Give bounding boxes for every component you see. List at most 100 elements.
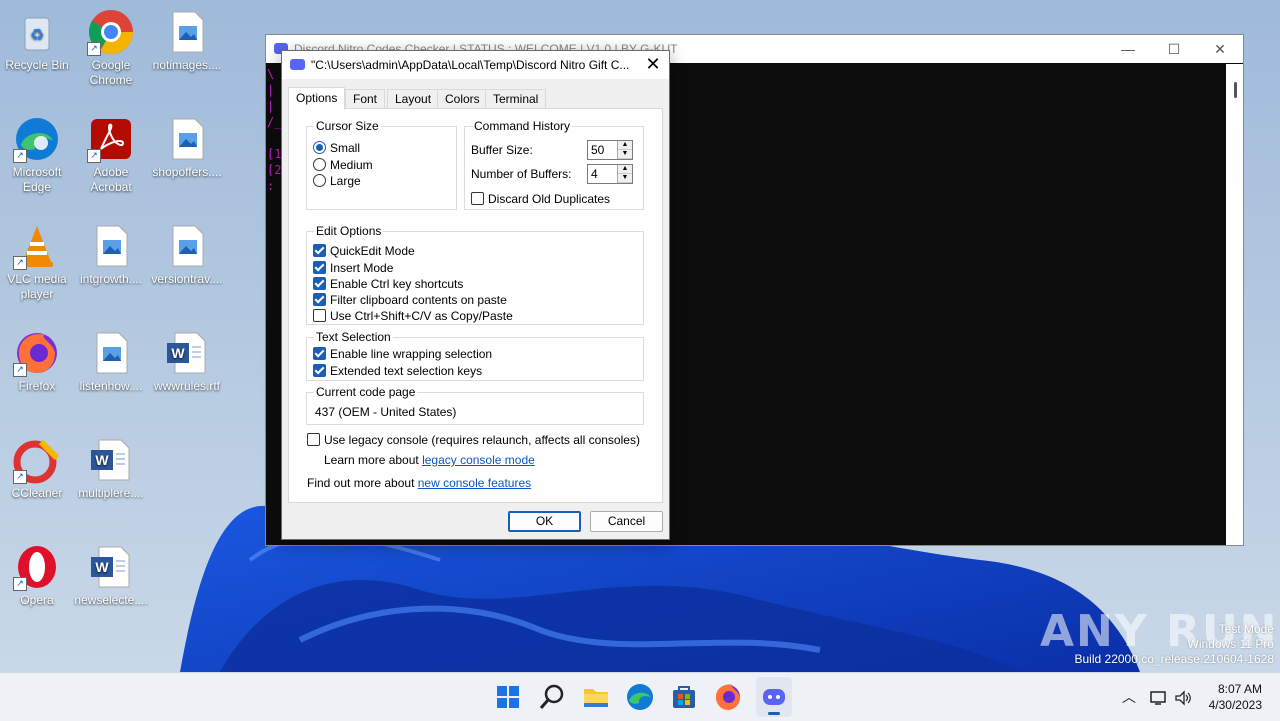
discord-icon <box>290 59 305 70</box>
radio-medium[interactable]: Medium <box>313 157 373 173</box>
desktop-icon-opera[interactable]: ↗ Opera <box>0 543 74 608</box>
scrollbar-thumb[interactable] <box>1234 82 1237 98</box>
spin-down-icon[interactable]: ▼ <box>618 174 632 183</box>
tab-layout[interactable]: Layout <box>387 89 440 109</box>
minimize-button[interactable]: — <box>1105 35 1151 63</box>
radio-button[interactable] <box>313 158 326 172</box>
ctrl-shortcuts-checkbox[interactable]: Enable Ctrl key shortcuts <box>313 276 463 292</box>
buffer-size-value[interactable]: 50 <box>591 143 604 157</box>
radio-button[interactable] <box>313 174 326 188</box>
desktop-icon-newselecte[interactable]: W newselecte.... <box>74 543 148 608</box>
desktop-icon-listenhow[interactable]: listenhow.... <box>74 329 148 394</box>
desktop-icon-intgrowth[interactable]: intgrowth.... <box>74 222 148 287</box>
group-title: Text Selection <box>314 330 393 344</box>
shortcut-arrow-icon: ↗ <box>13 149 27 163</box>
learn-more-text: Learn more about legacy console mode <box>324 452 535 468</box>
desktop-icon-notimages[interactable]: notimages.... <box>150 8 224 73</box>
file-explorer-icon[interactable] <box>580 681 612 713</box>
desktop-icon-ccleaner[interactable]: ↗ CCleaner <box>0 436 74 501</box>
checkbox-label: Enable Ctrl key shortcuts <box>330 277 464 291</box>
checkbox[interactable] <box>313 277 326 291</box>
desktop-icon-adobe-acrobat[interactable]: ↗ Adobe Acrobat <box>74 115 148 195</box>
new-console-features-link[interactable]: new console features <box>418 476 531 490</box>
console-scrollbar[interactable] <box>1226 64 1243 545</box>
dialog-close-button[interactable]: ✕ <box>637 51 669 79</box>
tab-terminal[interactable]: Terminal <box>485 89 547 109</box>
console-properties-dialog[interactable]: "C:\Users\admin\AppData\Local\Temp\Disco… <box>281 50 670 540</box>
ccleaner-icon: ↗ <box>13 436 61 484</box>
spin-up-icon[interactable]: ▲ <box>618 141 632 150</box>
desktop-icon-versiontrav[interactable]: versiontrav.... <box>150 222 224 287</box>
checkbox[interactable] <box>307 433 320 447</box>
desktop-icon-wwwrules[interactable]: W wwwrules.rtf <box>150 329 224 394</box>
checkbox[interactable] <box>313 347 326 361</box>
desktop-icon-google-chrome[interactable]: ↗ Google Chrome <box>74 8 148 88</box>
tab-font[interactable]: Font <box>345 89 386 109</box>
build-text: Build 22000.co_release.210604-1628 <box>1074 652 1275 666</box>
desktop-icon-recycle-bin[interactable]: ♻ Recycle Bin <box>0 8 74 73</box>
num-buffers-value[interactable]: 4 <box>591 167 598 181</box>
checkbox[interactable] <box>313 293 326 307</box>
tab-colors[interactable]: Colors <box>437 89 488 109</box>
ok-button[interactable]: OK <box>508 511 581 532</box>
dialog-titlebar[interactable]: "C:\Users\admin\AppData\Local\Temp\Disco… <box>282 51 669 79</box>
find-out-more-text: Find out more about new console features <box>307 475 531 491</box>
desktop-icon-shopoffers[interactable]: shopoffers.... <box>150 115 224 180</box>
svg-text:W: W <box>171 345 185 361</box>
desktop-icon-label: wwwrules.rtf <box>153 379 220 393</box>
radio-small[interactable]: Small <box>313 140 360 156</box>
taskbar-clock[interactable]: 8:07 AM 4/30/2023 <box>1209 681 1262 713</box>
console-line: | <box>267 83 275 97</box>
tab-options[interactable]: Options <box>288 87 346 110</box>
spin-down-icon[interactable]: ▼ <box>618 150 632 159</box>
desktop-icon-label: newselecte.... <box>74 593 148 607</box>
close-button[interactable]: ✕ <box>1197 35 1243 63</box>
learn-more-prefix: Learn more about <box>324 453 423 467</box>
maximize-button[interactable]: ☐ <box>1151 35 1197 63</box>
checkbox[interactable] <box>313 364 326 378</box>
filter-clipboard-checkbox[interactable]: Filter clipboard contents on paste <box>313 292 507 308</box>
buffer-size-spinner[interactable]: 50 ▲ ▼ <box>587 140 633 160</box>
taskbar: ︿ 8:07 AM 4/30/2023 <box>0 672 1280 721</box>
edge-icon[interactable] <box>624 681 656 713</box>
legacy-console-checkbox[interactable]: Use legacy console (requires relaunch, a… <box>307 432 640 448</box>
chevron-up-icon[interactable]: ︿ <box>1122 673 1136 721</box>
radio-button[interactable] <box>313 141 326 155</box>
image-file-icon <box>87 222 135 270</box>
checkbox[interactable] <box>313 244 326 258</box>
quickedit-checkbox[interactable]: QuickEdit Mode <box>313 243 415 259</box>
search-icon[interactable] <box>536 681 568 713</box>
desktop-icon-label: notimages.... <box>152 58 222 72</box>
radio-large[interactable]: Large <box>313 173 361 189</box>
volume-icon[interactable] <box>1174 673 1192 721</box>
ctrl-shift-copy-paste-checkbox[interactable]: Use Ctrl+Shift+C/V as Copy/Paste <box>313 308 513 324</box>
extended-selection-checkbox[interactable]: Extended text selection keys <box>313 363 482 379</box>
svg-text:W: W <box>95 452 109 468</box>
shortcut-arrow-icon: ↗ <box>13 363 27 377</box>
discord-icon[interactable] <box>756 677 792 717</box>
checkbox[interactable] <box>471 192 484 206</box>
checkbox-label: Discard Old Duplicates <box>488 192 611 206</box>
checkbox[interactable] <box>313 261 326 275</box>
cancel-button[interactable]: Cancel <box>590 511 663 532</box>
shortcut-arrow-icon: ↗ <box>13 256 27 270</box>
legacy-console-mode-link[interactable]: legacy console mode <box>422 453 535 467</box>
checkbox[interactable] <box>313 309 326 323</box>
desktop-icon-firefox[interactable]: ↗ Firefox <box>0 329 74 394</box>
num-buffers-label: Number of Buffers: <box>471 167 572 181</box>
desktop-icon-vlc[interactable]: ↗ VLC media player <box>0 222 74 302</box>
insert-mode-checkbox[interactable]: Insert Mode <box>313 260 393 276</box>
start-icon[interactable] <box>492 681 524 713</box>
spin-up-icon[interactable]: ▲ <box>618 165 632 174</box>
desktop-icon-label: Adobe Acrobat <box>90 165 132 194</box>
firefox-icon[interactable] <box>712 681 744 713</box>
network-icon[interactable] <box>1150 673 1168 721</box>
desktop-icon-microsoft-edge[interactable]: ↗ Microsoft Edge <box>0 115 74 195</box>
discard-duplicates-checkbox[interactable]: Discard Old Duplicates <box>471 191 610 207</box>
desktop-icon-multiplere[interactable]: W multiplere.... <box>74 436 148 501</box>
store-icon[interactable] <box>668 681 700 713</box>
num-buffers-spinner[interactable]: 4 ▲ ▼ <box>587 164 633 184</box>
word-doc-icon: W <box>163 329 211 377</box>
line-wrapping-checkbox[interactable]: Enable line wrapping selection <box>313 346 492 362</box>
